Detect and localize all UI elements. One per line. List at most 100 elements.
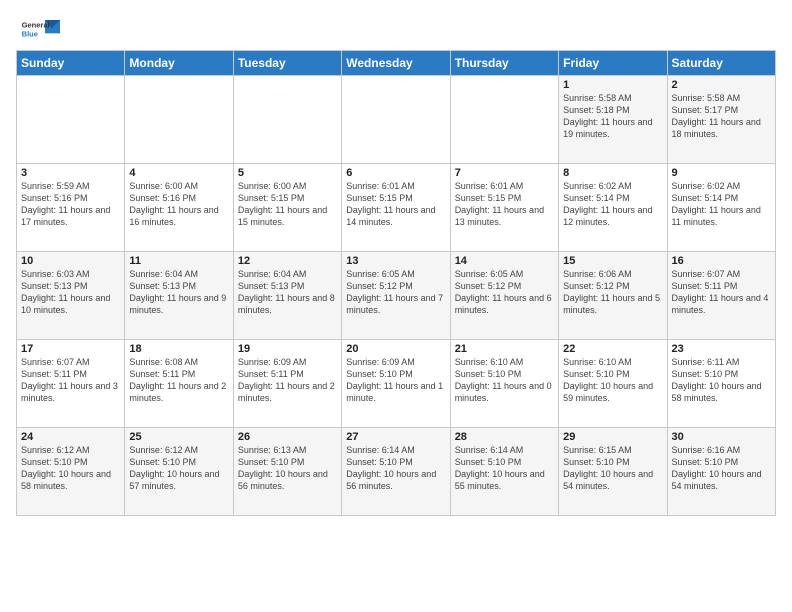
calendar-cell: 13Sunrise: 6:05 AM Sunset: 5:12 PM Dayli… [342, 252, 450, 340]
day-info: Sunrise: 6:08 AM Sunset: 5:11 PM Dayligh… [129, 356, 228, 405]
day-number: 24 [21, 431, 120, 443]
day-number: 7 [455, 167, 554, 179]
day-number: 19 [238, 343, 337, 355]
svg-text:Blue: Blue [22, 30, 38, 39]
day-info: Sunrise: 6:10 AM Sunset: 5:10 PM Dayligh… [563, 356, 662, 405]
calendar-cell: 3Sunrise: 5:59 AM Sunset: 5:16 PM Daylig… [17, 164, 125, 252]
calendar-week-row: 17Sunrise: 6:07 AM Sunset: 5:11 PM Dayli… [17, 340, 776, 428]
day-number: 14 [455, 255, 554, 267]
calendar-cell: 26Sunrise: 6:13 AM Sunset: 5:10 PM Dayli… [233, 428, 341, 516]
day-number: 23 [672, 343, 771, 355]
calendar-week-row: 10Sunrise: 6:03 AM Sunset: 5:13 PM Dayli… [17, 252, 776, 340]
calendar-cell: 22Sunrise: 6:10 AM Sunset: 5:10 PM Dayli… [559, 340, 667, 428]
day-number: 29 [563, 431, 662, 443]
calendar-cell [450, 76, 558, 164]
day-number: 4 [129, 167, 228, 179]
calendar-cell: 4Sunrise: 6:00 AM Sunset: 5:16 PM Daylig… [125, 164, 233, 252]
calendar-week-row: 3Sunrise: 5:59 AM Sunset: 5:16 PM Daylig… [17, 164, 776, 252]
calendar-cell: 7Sunrise: 6:01 AM Sunset: 5:15 PM Daylig… [450, 164, 558, 252]
calendar-cell [17, 76, 125, 164]
day-number: 13 [346, 255, 445, 267]
day-info: Sunrise: 6:00 AM Sunset: 5:15 PM Dayligh… [238, 180, 337, 229]
day-number: 28 [455, 431, 554, 443]
svg-text:General: General [22, 21, 50, 30]
calendar-cell: 24Sunrise: 6:12 AM Sunset: 5:10 PM Dayli… [17, 428, 125, 516]
calendar-cell: 9Sunrise: 6:02 AM Sunset: 5:14 PM Daylig… [667, 164, 775, 252]
calendar-cell: 15Sunrise: 6:06 AM Sunset: 5:12 PM Dayli… [559, 252, 667, 340]
day-info: Sunrise: 6:09 AM Sunset: 5:10 PM Dayligh… [346, 356, 445, 405]
calendar-cell [342, 76, 450, 164]
weekday-header-sunday: Sunday [17, 51, 125, 76]
logo: General Blue [16, 16, 60, 44]
day-info: Sunrise: 6:13 AM Sunset: 5:10 PM Dayligh… [238, 444, 337, 493]
calendar-cell: 18Sunrise: 6:08 AM Sunset: 5:11 PM Dayli… [125, 340, 233, 428]
day-info: Sunrise: 6:14 AM Sunset: 5:10 PM Dayligh… [455, 444, 554, 493]
weekday-header-saturday: Saturday [667, 51, 775, 76]
page-header: General Blue [16, 16, 776, 44]
day-number: 2 [672, 79, 771, 91]
day-number: 18 [129, 343, 228, 355]
day-number: 11 [129, 255, 228, 267]
calendar-table: SundayMondayTuesdayWednesdayThursdayFrid… [16, 50, 776, 516]
day-info: Sunrise: 6:12 AM Sunset: 5:10 PM Dayligh… [129, 444, 228, 493]
day-info: Sunrise: 6:02 AM Sunset: 5:14 PM Dayligh… [672, 180, 771, 229]
day-info: Sunrise: 6:05 AM Sunset: 5:12 PM Dayligh… [346, 268, 445, 317]
day-number: 1 [563, 79, 662, 91]
calendar-cell [233, 76, 341, 164]
day-number: 8 [563, 167, 662, 179]
calendar-cell: 19Sunrise: 6:09 AM Sunset: 5:11 PM Dayli… [233, 340, 341, 428]
calendar-week-row: 24 Sunrise: 6:12 AM Sunset: 5:10 PM Dayli… [17, 428, 776, 516]
day-info: Sunrise: 6:00 AM Sunset: 5:16 PM Dayligh… [129, 180, 228, 229]
calendar-cell: 8Sunrise: 6:02 AM Sunset: 5:14 PM Daylig… [559, 164, 667, 252]
day-info: Sunrise: 6:07 AM Sunset: 5:11 PM Dayligh… [672, 268, 771, 317]
calendar-cell: 6Sunrise: 6:01 AM Sunset: 5:15 PM Daylig… [342, 164, 450, 252]
weekday-header-wednesday: Wednesday [342, 51, 450, 76]
calendar-cell: 30Sunrise: 6:16 AM Sunset: 5:10 PM Dayli… [667, 428, 775, 516]
logo-icon: General Blue [20, 16, 60, 44]
day-info: Sunrise: 6:07 AM Sunset: 5:11 PM Dayligh… [21, 356, 120, 405]
weekday-header-row: SundayMondayTuesdayWednesdayThursdayFrid… [17, 51, 776, 76]
day-number: 16 [672, 255, 771, 267]
calendar-cell: 17Sunrise: 6:07 AM Sunset: 5:11 PM Dayli… [17, 340, 125, 428]
day-info: Sunrise: 6:15 AM Sunset: 5:10 PM Dayligh… [563, 444, 662, 493]
calendar-cell: 5Sunrise: 6:00 AM Sunset: 5:15 PM Daylig… [233, 164, 341, 252]
day-info: Sunrise: 5:58 AM Sunset: 5:18 PM Dayligh… [563, 92, 662, 141]
day-info: Sunrise: 6:05 AM Sunset: 5:12 PM Dayligh… [455, 268, 554, 317]
calendar-week-row: 1Sunrise: 5:58 AM Sunset: 5:18 PM Daylig… [17, 76, 776, 164]
weekday-header-thursday: Thursday [450, 51, 558, 76]
calendar-cell: 25Sunrise: 6:12 AM Sunset: 5:10 PM Dayli… [125, 428, 233, 516]
day-info: Sunrise: 6:16 AM Sunset: 5:10 PM Dayligh… [672, 444, 771, 493]
calendar-cell: 12Sunrise: 6:04 AM Sunset: 5:13 PM Dayli… [233, 252, 341, 340]
day-number: 12 [238, 255, 337, 267]
calendar-cell: 27Sunrise: 6:14 AM Sunset: 5:10 PM Dayli… [342, 428, 450, 516]
calendar-cell: 1Sunrise: 5:58 AM Sunset: 5:18 PM Daylig… [559, 76, 667, 164]
calendar-cell: 14Sunrise: 6:05 AM Sunset: 5:12 PM Dayli… [450, 252, 558, 340]
calendar-cell: 21Sunrise: 6:10 AM Sunset: 5:10 PM Dayli… [450, 340, 558, 428]
day-number: 22 [563, 343, 662, 355]
day-info: Sunrise: 6:10 AM Sunset: 5:10 PM Dayligh… [455, 356, 554, 405]
day-info: Sunrise: 6:11 AM Sunset: 5:10 PM Dayligh… [672, 356, 771, 405]
day-info: Sunrise: 5:58 AM Sunset: 5:17 PM Dayligh… [672, 92, 771, 141]
day-info: Sunrise: 5:59 AM Sunset: 5:16 PM Dayligh… [21, 180, 120, 229]
day-number: 26 [238, 431, 337, 443]
day-info: Sunrise: 6:06 AM Sunset: 5:12 PM Dayligh… [563, 268, 662, 317]
day-number: 25 [129, 431, 228, 443]
calendar-cell: 28Sunrise: 6:14 AM Sunset: 5:10 PM Dayli… [450, 428, 558, 516]
day-number: 30 [672, 431, 771, 443]
day-number: 17 [21, 343, 120, 355]
day-info: Sunrise: 6:03 AM Sunset: 5:13 PM Dayligh… [21, 268, 120, 317]
weekday-header-tuesday: Tuesday [233, 51, 341, 76]
day-number: 27 [346, 431, 445, 443]
calendar-cell: 20Sunrise: 6:09 AM Sunset: 5:10 PM Dayli… [342, 340, 450, 428]
calendar-cell: 10Sunrise: 6:03 AM Sunset: 5:13 PM Dayli… [17, 252, 125, 340]
day-info: Sunrise: 6:01 AM Sunset: 5:15 PM Dayligh… [346, 180, 445, 229]
day-number: 9 [672, 167, 771, 179]
weekday-header-monday: Monday [125, 51, 233, 76]
day-number: 6 [346, 167, 445, 179]
day-number: 21 [455, 343, 554, 355]
day-info: Sunrise: 6:01 AM Sunset: 5:15 PM Dayligh… [455, 180, 554, 229]
day-info: Sunrise: 6:04 AM Sunset: 5:13 PM Dayligh… [129, 268, 228, 317]
day-info: Sunrise: 6:09 AM Sunset: 5:11 PM Dayligh… [238, 356, 337, 405]
calendar-cell: 2Sunrise: 5:58 AM Sunset: 5:17 PM Daylig… [667, 76, 775, 164]
calendar-cell: 11Sunrise: 6:04 AM Sunset: 5:13 PM Dayli… [125, 252, 233, 340]
